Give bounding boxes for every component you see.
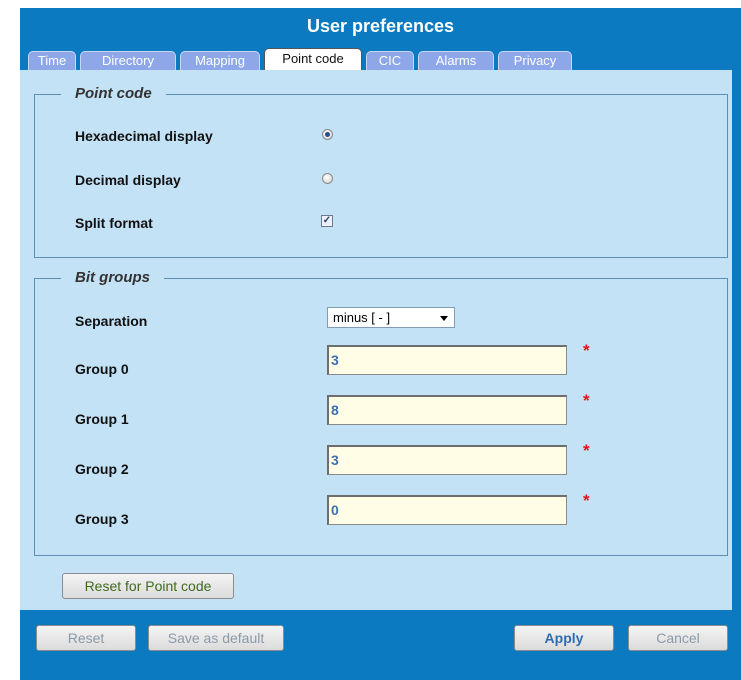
chevron-down-icon (440, 316, 448, 321)
tab-point-code[interactable]: Point code (264, 48, 362, 70)
user-preferences-dialog: User preferences Time Directory Mapping … (20, 8, 741, 680)
split-format-label: Split format (75, 215, 153, 231)
group-2-input[interactable]: 3 (327, 445, 567, 475)
group-3-required-marker: * (583, 491, 590, 510)
split-format-checkbox[interactable]: ✓ (321, 215, 333, 227)
dec-display-label: Decimal display (75, 172, 181, 188)
tab-mapping[interactable]: Mapping (180, 51, 260, 70)
group-0-required-marker: * (583, 341, 590, 360)
reset-button[interactable]: Reset (36, 625, 136, 651)
tab-directory[interactable]: Directory (80, 51, 176, 70)
tab-privacy[interactable]: Privacy (498, 51, 572, 70)
point-code-fieldset: Point code Hexadecimal display Decimal d… (34, 85, 728, 258)
hex-display-radio[interactable] (322, 129, 333, 140)
group-1-input[interactable]: 8 (327, 395, 567, 425)
hex-display-label: Hexadecimal display (75, 128, 213, 144)
bit-groups-fieldset: Bit groups Separation minus [ - ] Group … (34, 269, 728, 556)
reset-point-code-button[interactable]: Reset for Point code (62, 573, 234, 599)
apply-button[interactable]: Apply (514, 625, 614, 651)
group-0-input[interactable]: 3 (327, 345, 567, 375)
group-3-label: Group 3 (75, 511, 129, 527)
save-as-default-button[interactable]: Save as default (148, 625, 284, 651)
group-1-label: Group 1 (75, 411, 129, 427)
separation-value: minus [ - ] (333, 310, 391, 325)
tab-cic[interactable]: CIC (366, 51, 414, 70)
group-2-required-marker: * (583, 441, 590, 460)
dialog-title: User preferences (306, 16, 455, 36)
group-3-input[interactable]: 0 (327, 495, 567, 525)
group-2-label: Group 2 (75, 461, 129, 477)
dec-display-radio[interactable] (322, 173, 333, 184)
group-0-label: Group 0 (75, 361, 129, 377)
separation-label: Separation (75, 313, 148, 329)
bit-groups-legend: Bit groups (61, 269, 164, 287)
separation-select[interactable]: minus [ - ] (327, 307, 455, 328)
tab-time[interactable]: Time (28, 51, 76, 70)
cancel-button[interactable]: Cancel (628, 625, 728, 651)
tab-alarms[interactable]: Alarms (418, 51, 494, 70)
point-code-legend: Point code (61, 85, 166, 103)
group-1-required-marker: * (583, 391, 590, 410)
point-code-panel: Point code Hexadecimal display Decimal d… (20, 70, 732, 610)
